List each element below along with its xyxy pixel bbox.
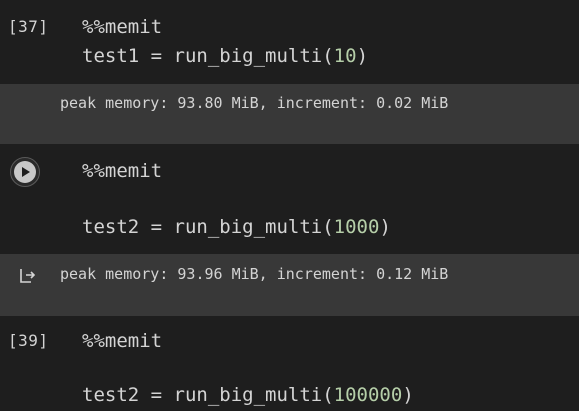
code-line-statement[interactable]: test2 = run_big_multi(100000) (82, 384, 414, 406)
code-text: ) (379, 216, 391, 238)
cell-output-1: peak memory: 93.80 MiB, increment: 0.02 … (0, 84, 579, 144)
code-text: test2 = run_big_multi( (82, 384, 334, 406)
code-number-literal: 100000 (333, 384, 403, 406)
code-text: ) (402, 384, 414, 406)
code-cell-1[interactable]: [37] %%memit test1 = run_big_multi(10) (0, 0, 579, 84)
execution-count: [39] (8, 331, 49, 350)
code-number-literal: 10 (333, 45, 357, 67)
code-text: test2 = run_big_multi( (82, 216, 334, 238)
code-line-magic[interactable]: %%memit (82, 16, 162, 38)
code-text: ) (356, 45, 369, 67)
execution-count: [37] (8, 17, 49, 36)
code-line-statement[interactable]: test2 = run_big_multi(1000) (82, 216, 391, 238)
run-cell-button[interactable] (10, 157, 40, 187)
code-number-literal: 1000 (333, 216, 380, 238)
code-line-magic[interactable]: %%memit (82, 330, 162, 352)
cell-output-2: peak memory: 93.96 MiB, increment: 0.12 … (0, 254, 579, 316)
code-line-magic[interactable]: %%memit (82, 160, 162, 182)
output-text: peak memory: 93.80 MiB, increment: 0.02 … (60, 94, 449, 112)
code-cell-2[interactable]: %%memit test2 = run_big_multi(1000) (0, 144, 579, 254)
code-text: test1 = run_big_multi( (82, 45, 334, 67)
output-arrow-icon (20, 269, 36, 283)
output-text: peak memory: 93.96 MiB, increment: 0.12 … (60, 265, 449, 283)
code-cell-3[interactable]: [39] %%memit test2 = run_big_multi(10000… (0, 316, 579, 411)
code-line-statement[interactable]: test1 = run_big_multi(10) (82, 45, 368, 67)
play-icon (14, 161, 36, 183)
